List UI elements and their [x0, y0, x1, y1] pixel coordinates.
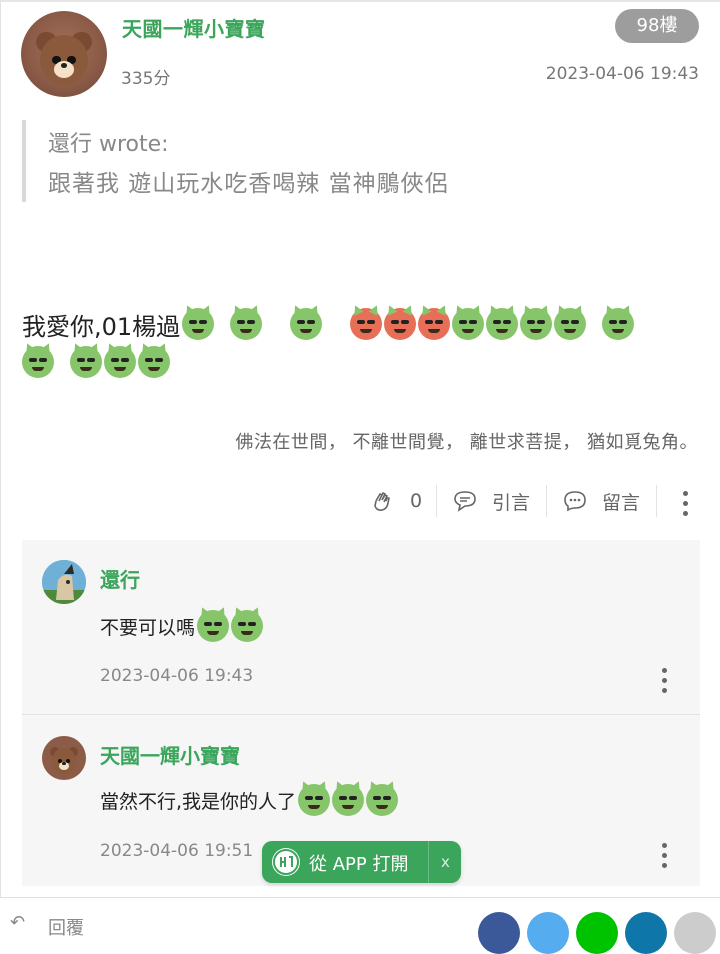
- content-emoji-icon: [138, 346, 170, 378]
- post-date: 2023-04-06 19:43: [545, 64, 699, 84]
- more-vertical-icon[interactable]: [662, 843, 668, 873]
- blush-emoji-icon: [418, 308, 451, 340]
- bear-avatar-icon: [42, 736, 86, 780]
- content-emoji-icon: [486, 308, 519, 340]
- close-app-banner-button[interactable]: x: [428, 841, 462, 883]
- quote-text: 跟著我 遊山玩水吃香喝辣 當神鵰俠侶: [48, 171, 449, 197]
- like-button[interactable]: 0: [370, 481, 422, 521]
- avatar[interactable]: [42, 736, 86, 780]
- content-emoji-icon: [520, 308, 553, 340]
- more-vertical-icon[interactable]: [683, 491, 689, 521]
- more-share-button[interactable]: [674, 912, 716, 954]
- content-emoji-icon: [452, 308, 485, 340]
- quote-label: 引言: [492, 491, 531, 514]
- comment-date: 2023-04-06 19:51: [100, 841, 254, 861]
- reply-button[interactable]: 回覆: [48, 914, 84, 940]
- content-emoji-icon: [70, 346, 102, 378]
- divider: [22, 714, 700, 715]
- bear-avatar-icon: [21, 11, 107, 97]
- comment-text-content: 不要可以嗎: [100, 616, 196, 639]
- user-signature: 佛法在世間， 不離世間覺， 離世求菩提， 猶如覓兔角。: [235, 432, 698, 453]
- bottom-bar: ↶ 回覆: [0, 897, 720, 954]
- comment-list: 還行 不要可以嗎 2023-04-06 19:43 天國一輝小寶寶 當然不行,我…: [22, 540, 700, 886]
- left-border: [0, 0, 1, 927]
- avatar[interactable]: [42, 560, 86, 604]
- post-action-bar: 0 引言 留言: [360, 481, 700, 521]
- smirk-emoji-icon: [182, 308, 215, 340]
- smirk-emoji-icon: [230, 308, 263, 340]
- author-avatar[interactable]: [21, 11, 107, 97]
- app-logo-icon: [272, 848, 300, 876]
- open-in-app-button[interactable]: 從 APP 打開 x: [262, 841, 461, 883]
- sick-emoji-icon: [298, 784, 331, 816]
- post-message-emoji-row: [22, 342, 172, 382]
- linkedin-share-button[interactable]: [625, 912, 667, 954]
- quote-block: 還行 wrote: 跟著我 遊山玩水吃香喝辣 當神鵰俠侶: [22, 120, 626, 202]
- open-in-app-label: 從 APP 打開: [309, 854, 409, 875]
- reply-arrow-icon[interactable]: ↶: [10, 912, 25, 933]
- quote-button[interactable]: 引言: [452, 481, 530, 521]
- facebook-share-button[interactable]: [478, 912, 520, 954]
- wide-eye-emoji-icon: [554, 308, 587, 340]
- blush-emoji-icon: [384, 308, 417, 340]
- quote-bubble-icon: [454, 491, 476, 512]
- clap-icon: [374, 492, 390, 511]
- line-share-button[interactable]: [576, 912, 618, 954]
- blush-emoji-icon: [350, 308, 383, 340]
- author-score: 335分: [121, 69, 171, 89]
- author-name[interactable]: 天國一輝小寶寶: [122, 13, 266, 42]
- comment-label: 留言: [602, 491, 641, 514]
- twitter-share-button[interactable]: [527, 912, 569, 954]
- floor-badge: 98樓: [615, 9, 699, 43]
- comment-text-content: 當然不行,我是你的人了: [100, 790, 297, 813]
- comment-text: 不要可以嗎: [100, 606, 265, 646]
- smirk-emoji-icon: [290, 308, 323, 340]
- wide-eye-emoji-icon: [602, 308, 635, 340]
- grin-emoji-icon: [197, 610, 230, 642]
- comment-text: 當然不行,我是你的人了: [100, 780, 400, 820]
- comment-bubble-icon: [564, 491, 586, 512]
- like-count: 0: [410, 490, 423, 512]
- content-emoji-icon: [104, 346, 136, 378]
- character-avatar-icon: [42, 560, 86, 604]
- top-border: [0, 0, 720, 2]
- more-vertical-icon[interactable]: [662, 668, 668, 698]
- wide-eye-emoji-icon: [22, 346, 54, 378]
- comment-button[interactable]: 留言: [562, 481, 640, 521]
- quote-header: 還行 wrote:: [48, 132, 169, 157]
- sick-emoji-icon: [366, 784, 399, 816]
- comment-date: 2023-04-06 19:43: [100, 666, 254, 686]
- sick-emoji-icon: [332, 784, 365, 816]
- comment-author[interactable]: 天國一輝小寶寶: [100, 740, 240, 769]
- comment-author[interactable]: 還行: [100, 564, 140, 593]
- laugh-cry-emoji-icon: [231, 610, 264, 642]
- message-text: 我愛你,01楊過: [22, 312, 181, 341]
